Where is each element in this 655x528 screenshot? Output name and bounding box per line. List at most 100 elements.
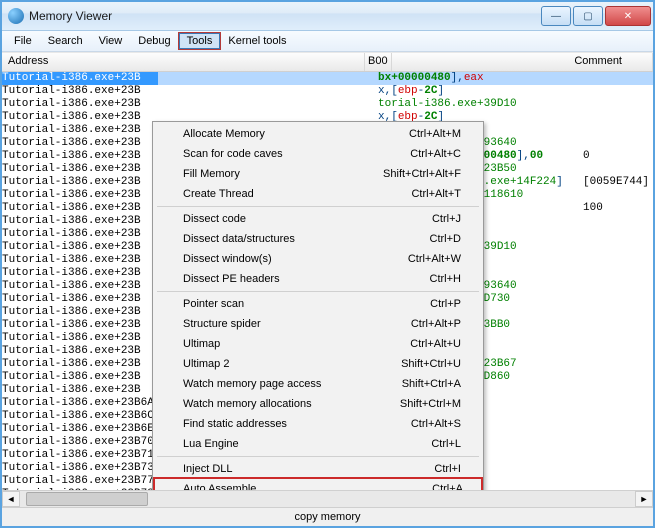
menuitem-scan-for-code-caves[interactable]: Scan for code cavesCtrl+Alt+C <box>155 144 481 164</box>
horizontal-scrollbar[interactable]: ◄ ► <box>2 490 653 507</box>
col-b00[interactable]: B00 <box>365 53 392 71</box>
menuitem-create-thread[interactable]: Create ThreadCtrl+Alt+T <box>155 184 481 204</box>
col-comment[interactable]: Comment <box>574 55 622 67</box>
row-comment <box>583 163 653 176</box>
row-comment <box>583 293 653 306</box>
row-address: Tutorial-i386.exe+23B <box>2 280 158 293</box>
row-comment <box>583 215 653 228</box>
menuitem-shortcut: Shift+Ctrl+Alt+F <box>383 168 461 180</box>
menuitem-label: Ultimap 2 <box>183 358 229 370</box>
row-tail: torial-i386.exe+39D10 <box>378 98 583 111</box>
scroll-thumb[interactable] <box>26 492 148 506</box>
row-comment <box>583 371 653 384</box>
menuitem-auto-assemble[interactable]: Auto AssembleCtrl+A <box>153 477 483 490</box>
row-address: Tutorial-i386.exe+23B <box>2 384 158 397</box>
minimize-button[interactable]: — <box>541 6 571 26</box>
menuitem-label: Create Thread <box>183 188 254 200</box>
menuitem-label: Dissect code <box>183 213 246 225</box>
col-address[interactable]: Address <box>2 53 365 71</box>
menu-tools[interactable]: Tools <box>179 33 221 49</box>
row-address: Tutorial-i386.exe+23B6A <box>2 397 158 410</box>
menuitem-label: Dissect PE headers <box>183 273 280 285</box>
row-address: Tutorial-i386.exe+23B6C <box>2 410 158 423</box>
menuitem-label: Dissect data/structures <box>183 233 295 245</box>
row-address: Tutorial-i386.exe+23B <box>2 176 158 189</box>
disasm-row[interactable]: Tutorial-i386.exe+23Bbx+00000480],eax <box>2 72 653 85</box>
menu-view[interactable]: View <box>91 33 131 49</box>
tools-menu-dropdown: Allocate MemoryCtrl+Alt+MScan for code c… <box>152 121 484 490</box>
row-address: Tutorial-i386.exe+23B71 <box>2 449 158 462</box>
row-address: Tutorial-i386.exe+23B73 <box>2 462 158 475</box>
row-address: Tutorial-i386.exe+23B <box>2 293 158 306</box>
menuitem-watch-memory-allocations[interactable]: Watch memory allocationsShift+Ctrl+M <box>155 394 481 414</box>
menuitem-dissect-code[interactable]: Dissect code Ctrl+J <box>155 209 481 229</box>
menu-separator <box>157 291 479 292</box>
menuitem-label: Lua Engine <box>183 438 239 450</box>
row-address: Tutorial-i386.exe+23B <box>2 137 158 150</box>
menuitem-ultimap[interactable]: UltimapCtrl+Alt+U <box>155 334 481 354</box>
scroll-track[interactable] <box>20 491 635 507</box>
menuitem-watch-memory-page-access[interactable]: Watch memory page accessShift+Ctrl+A <box>155 374 481 394</box>
disasm-row[interactable]: Tutorial-i386.exe+23Bx,[ebp-2C] <box>2 85 653 98</box>
menu-debug[interactable]: Debug <box>130 33 178 49</box>
menu-kernel-tools[interactable]: Kernel tools <box>220 33 294 49</box>
menuitem-shortcut: Ctrl+I <box>434 463 461 475</box>
row-comment <box>583 358 653 371</box>
row-comment <box>583 98 653 111</box>
menuitem-label: Pointer scan <box>183 298 244 310</box>
row-address: Tutorial-i386.exe+23B <box>2 98 158 111</box>
row-comment <box>583 384 653 397</box>
row-comment <box>583 267 653 280</box>
row-tail: x,[ebp-2C] <box>378 85 583 98</box>
row-comment <box>583 410 653 423</box>
row-comment <box>583 488 653 490</box>
menuitem-label: Scan for code caves <box>183 148 283 160</box>
menuitem-lua-engine[interactable]: Lua EngineCtrl+L <box>155 434 481 454</box>
row-address: Tutorial-i386.exe+23B <box>2 319 158 332</box>
scroll-right-arrow[interactable]: ► <box>635 491 653 507</box>
row-comment <box>583 462 653 475</box>
close-button[interactable]: ✕ <box>605 6 651 26</box>
menu-search[interactable]: Search <box>40 33 91 49</box>
row-address: Tutorial-i386.exe+23B77 <box>2 475 158 488</box>
menuitem-shortcut: Ctrl+Alt+P <box>411 318 461 330</box>
menuitem-structure-spider[interactable]: Structure spider Ctrl+Alt+P <box>155 314 481 334</box>
menuitem-shortcut: Ctrl+Alt+M <box>409 128 461 140</box>
row-address: Tutorial-i386.exe+23B6E <box>2 423 158 436</box>
menuitem-inject-dll[interactable]: Inject DLLCtrl+I <box>155 459 481 479</box>
menuitem-find-static-addresses[interactable]: Find static addressesCtrl+Alt+S <box>155 414 481 434</box>
menuitem-shortcut: Ctrl+P <box>430 298 461 310</box>
titlebar[interactable]: Memory Viewer — ▢ ✕ <box>2 2 653 31</box>
scroll-left-arrow[interactable]: ◄ <box>2 491 20 507</box>
row-comment <box>583 423 653 436</box>
statusbar: copy memory <box>2 507 653 526</box>
menu-file[interactable]: File <box>6 33 40 49</box>
row-comment <box>583 319 653 332</box>
row-address: Tutorial-i386.exe+23B78 <box>2 488 158 490</box>
menuitem-dissect-window-s-[interactable]: Dissect window(s)Ctrl+Alt+W <box>155 249 481 269</box>
row-address: Tutorial-i386.exe+23B <box>2 332 158 345</box>
row-comment <box>583 345 653 358</box>
menuitem-shortcut: Ctrl+D <box>430 233 461 245</box>
window-title: Memory Viewer <box>29 9 541 23</box>
menuitem-label: Structure spider <box>183 318 261 330</box>
row-address: Tutorial-i386.exe+23B <box>2 72 158 85</box>
menuitem-label: Auto Assemble <box>183 483 256 490</box>
menuitem-pointer-scan[interactable]: Pointer scan Ctrl+P <box>155 294 481 314</box>
menuitem-dissect-pe-headers[interactable]: Dissect PE headersCtrl+H <box>155 269 481 289</box>
menuitem-dissect-data-structures[interactable]: Dissect data/structures Ctrl+D <box>155 229 481 249</box>
row-address: Tutorial-i386.exe+23B <box>2 345 158 358</box>
row-comment <box>583 332 653 345</box>
row-comment: 100 <box>583 202 653 215</box>
menuitem-label: Fill Memory <box>183 168 240 180</box>
row-address: Tutorial-i386.exe+23B <box>2 215 158 228</box>
menuitem-fill-memory[interactable]: Fill Memory Shift+Ctrl+Alt+F <box>155 164 481 184</box>
maximize-button[interactable]: ▢ <box>573 6 603 26</box>
menuitem-shortcut: Ctrl+Alt+S <box>411 418 461 430</box>
menuitem-allocate-memory[interactable]: Allocate MemoryCtrl+Alt+M <box>155 124 481 144</box>
disasm-row[interactable]: Tutorial-i386.exe+23B torial-i386.exe+39D… <box>2 98 653 111</box>
menuitem-label: Dissect window(s) <box>183 253 272 265</box>
row-address: Tutorial-i386.exe+23B70 <box>2 436 158 449</box>
menuitem-shortcut: Ctrl+J <box>432 213 461 225</box>
menuitem-ultimap-2[interactable]: Ultimap 2Shift+Ctrl+U <box>155 354 481 374</box>
